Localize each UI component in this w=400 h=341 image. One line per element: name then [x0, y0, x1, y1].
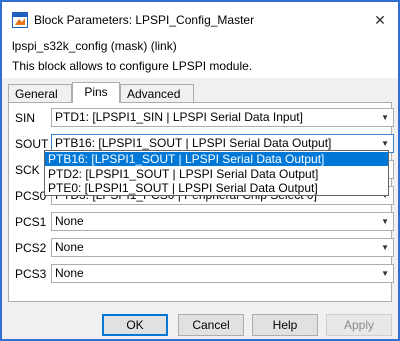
pcs3-select[interactable]: None ▼ — [51, 264, 394, 283]
pcs2-label: PCS2 — [15, 241, 47, 255]
dropdown-option[interactable]: PTE0: [LPSPI1_SOUT | LPSPI Serial Data O… — [45, 181, 388, 195]
tab-bar: General Pins Advanced — [2, 82, 398, 103]
dropdown-option[interactable]: PTD2: [LPSPI1_SOUT | LPSPI Serial Data O… — [45, 167, 388, 181]
pcs1-label: PCS1 — [15, 215, 47, 229]
close-icon[interactable]: ✕ — [370, 10, 390, 30]
sout-select-value: PTB16: [LPSPI1_SOUT | LPSPI Serial Data … — [55, 136, 332, 150]
dropdown-option[interactable]: PTB16: [LPSPI1_SOUT | LPSPI Serial Data … — [45, 152, 388, 166]
sck-label: SCK — [15, 163, 40, 177]
pcs2-select-value: None — [55, 240, 84, 254]
pcs1-select[interactable]: None ▼ — [51, 212, 394, 231]
apply-button[interactable]: Apply — [326, 314, 392, 336]
pcs0-label: PCS0 — [15, 189, 47, 203]
pcs3-label: PCS3 — [15, 267, 47, 281]
mask-header: lpspi_s32k_config (mask) (link) This blo… — [2, 38, 398, 78]
sout-dropdown-list: PTB16: [LPSPI1_SOUT | LPSPI Serial Data … — [44, 150, 389, 196]
mask-type-label: lpspi_s32k_config (mask) (link) — [12, 39, 177, 53]
sout-label: SOUT — [15, 137, 49, 151]
button-bar: OK Cancel Help Apply — [2, 314, 398, 338]
pcs3-select-value: None — [55, 266, 84, 280]
pcs1-select-value: None — [55, 214, 84, 228]
block-parameters-icon — [12, 12, 28, 28]
mask-description: This block allows to configure LPSPI mod… — [12, 59, 253, 73]
chevron-down-icon: ▼ — [381, 269, 389, 278]
sin-select[interactable]: PTD1: [LPSPI1_SIN | LPSPI Serial Data In… — [51, 108, 394, 127]
tab-advanced[interactable]: Advanced — [120, 84, 194, 102]
dialog-window: Block Parameters: LPSPI_Config_Master ✕ … — [0, 0, 400, 341]
chevron-down-icon: ▼ — [381, 243, 389, 252]
cancel-button[interactable]: Cancel — [178, 314, 244, 336]
sin-select-value: PTD1: [LPSPI1_SIN | LPSPI Serial Data In… — [55, 110, 303, 124]
help-button[interactable]: Help — [252, 314, 318, 336]
window-title: Block Parameters: LPSPI_Config_Master — [34, 13, 255, 27]
pins-panel: SIN PTD1: [LPSPI1_SIN | LPSPI Serial Dat… — [8, 102, 394, 302]
ok-button[interactable]: OK — [102, 314, 168, 336]
chevron-down-icon: ▼ — [381, 113, 389, 122]
tab-pins[interactable]: Pins — [72, 82, 120, 103]
sin-label: SIN — [15, 111, 36, 125]
title-bar[interactable]: Block Parameters: LPSPI_Config_Master ✕ — [2, 2, 398, 38]
tab-general[interactable]: General — [8, 84, 72, 102]
chevron-down-icon: ▼ — [381, 217, 389, 226]
pcs2-select[interactable]: None ▼ — [51, 238, 394, 257]
